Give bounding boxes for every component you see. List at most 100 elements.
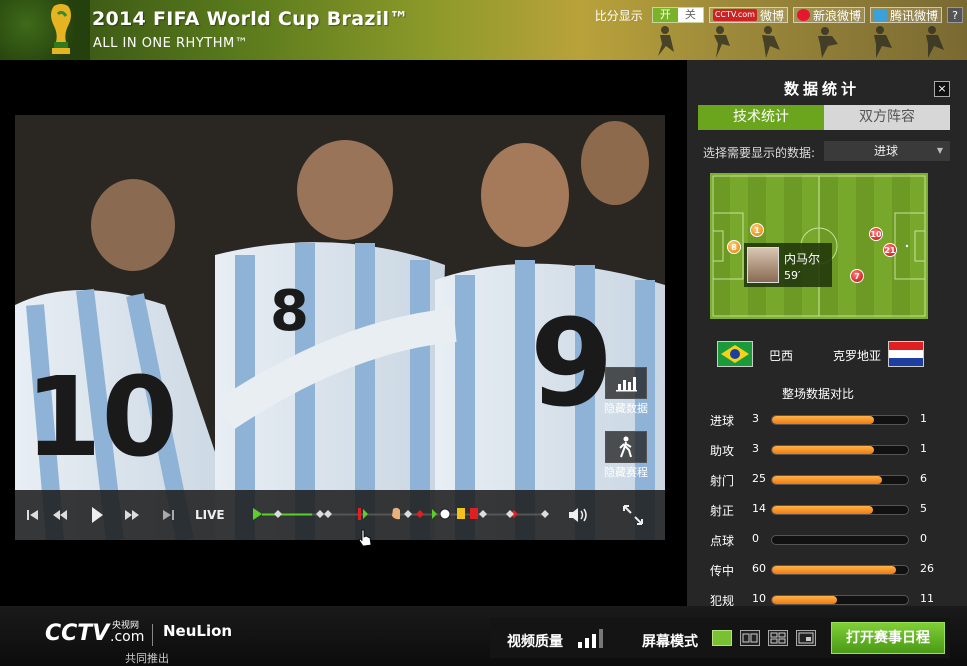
timeline-event-marker [316,510,324,518]
pitch-marker[interactable]: 10 [869,227,883,241]
skip-back-button[interactable] [25,505,41,525]
stat-bar [771,475,909,485]
neulion-logo: NeuLion [163,622,233,640]
stat-team-b-value: 26 [920,562,934,575]
stat-bar-fill [772,566,896,574]
pitch-marker[interactable]: 21 [883,243,897,257]
stat-row: 射正 14 5 [687,502,957,518]
timeline-event-marker [541,510,549,518]
pitch-marker[interactable]: 7 [850,269,864,283]
hand-cursor-icon [358,529,372,547]
data-select-dropdown[interactable]: 进球 ▼ [824,141,950,161]
share-cctv-weibo-button[interactable]: CCTV.com 微博 [708,7,788,23]
stat-bar-fill [772,596,838,604]
rewind-icon [53,510,67,520]
player-photo [747,247,779,283]
data-select-label: 选择需要显示的数据: [703,146,816,160]
stat-team-a-value: 10 [752,592,766,605]
play-icon [92,507,103,523]
stat-team-b-value: 5 [920,502,927,515]
screen-mode-split-button[interactable] [740,630,760,646]
header-banner: 2014 FIFA World Cup Brazil™ ALL IN ONE R… [0,0,967,60]
stat-label: 进球 [710,414,735,428]
hide-stats-label: 隐藏数据 [604,402,648,415]
stat-team-a-value: 3 [752,442,759,455]
event-subtitle: ALL IN ONE RHYTHM™ [93,36,249,51]
quad-screen-icon [770,632,786,644]
toggle-on[interactable]: 开 [652,8,678,22]
hide-schedule-label: 隐藏赛程 [604,466,648,479]
toggle-off[interactable]: 关 [677,8,703,22]
split-screen-icon [742,633,758,643]
player-tooltip-card: 内马尔 59′ [744,243,832,287]
skip-forward-button[interactable] [160,505,176,525]
score-display-toggle[interactable]: 开 关 [651,7,704,23]
stat-bar-fill [772,476,883,484]
goal-minute: 59′ [784,269,801,282]
bar-chart-icon [616,377,637,392]
logo-divider [152,624,153,646]
video-frame: 10 8 9 [15,115,665,540]
picture-in-picture-icon [798,632,814,644]
share-sina-weibo-button[interactable]: 新浪微博 [792,7,865,23]
fast-forward-button[interactable] [123,505,141,525]
stat-label: 射门 [710,474,735,488]
screen-mode-label: 屏幕模式 [642,634,698,650]
rewind-button[interactable] [51,505,69,525]
event-title: 2014 FIFA World Cup Brazil™ [92,8,409,30]
live-button[interactable]: LIVE [195,508,225,522]
brazil-flag-icon [717,341,753,367]
timeline-progress [262,513,312,516]
stat-row: 射门 25 6 [687,472,957,488]
croatia-flag-icon [888,341,924,367]
pitch-marker[interactable]: 1 [750,223,764,237]
open-schedule-button[interactable]: 打开赛事日程 [831,622,945,654]
stat-bar [771,535,909,545]
stat-label: 犯规 [710,594,735,606]
fast-forward-icon [125,510,139,520]
chevron-down-icon: ▼ [936,146,943,155]
team-a-name: 巴西 [769,349,794,363]
stat-team-a-value: 14 [752,502,766,515]
tab-lineups[interactable]: 双方阵容 [824,105,950,130]
skip-back-icon [27,510,38,520]
help-button[interactable]: ? [947,7,963,23]
timeline-event-marker [274,510,282,518]
fullscreen-button[interactable] [622,505,644,525]
player-control-bar: LIVE [15,490,665,540]
cctv-logo-icon: CCTV.com [712,9,757,21]
panel-title: 数据统计 [783,80,860,98]
red-card-marker [358,508,361,520]
header-controls: 比分显示 开 关 CCTV.com 微博 新浪微博 腾讯微博 ? [595,6,967,24]
screen-mode-quad-button[interactable] [768,630,788,646]
hide-stats-button[interactable] [605,367,647,399]
stat-row: 进球 3 1 [687,412,957,428]
substitution-marker [432,509,437,519]
pitch-marker[interactable]: 8 [727,240,741,254]
stat-row: 点球 0 0 [687,532,957,548]
video-quality-bars-icon[interactable] [578,628,608,648]
play-button[interactable] [88,505,106,525]
goal-ball-marker [439,508,451,520]
video-player[interactable]: 10 8 9 隐藏数据 隐藏赛程 LIVE [15,115,665,540]
stat-row: 助攻 3 1 [687,442,957,458]
stat-team-a-value: 60 [752,562,766,575]
volume-button[interactable] [568,505,590,525]
timeline-event-marker [416,510,424,518]
close-panel-button[interactable]: × [934,81,950,97]
sina-weibo-icon [796,9,810,21]
stat-bar [771,505,909,515]
pitch-map: 1 8 10 21 7 内马尔 59′ [710,173,928,319]
stat-label: 射正 [710,504,735,518]
stat-team-b-value: 1 [920,412,927,425]
jointly-presented-label: 共同推出 [125,652,169,665]
screen-mode-single-button[interactable] [712,630,732,646]
stat-team-b-value: 0 [920,532,927,545]
hide-schedule-button[interactable] [605,431,647,463]
share-tencent-weibo-button[interactable]: 腾讯微博 [869,7,942,23]
stat-row: 传中 60 26 [687,562,957,578]
match-timeline[interactable] [250,504,550,526]
screen-mode-pip-button[interactable] [796,630,816,646]
tab-technical-stats[interactable]: 技术统计 [698,105,824,130]
timeline-event-marker [324,510,332,518]
